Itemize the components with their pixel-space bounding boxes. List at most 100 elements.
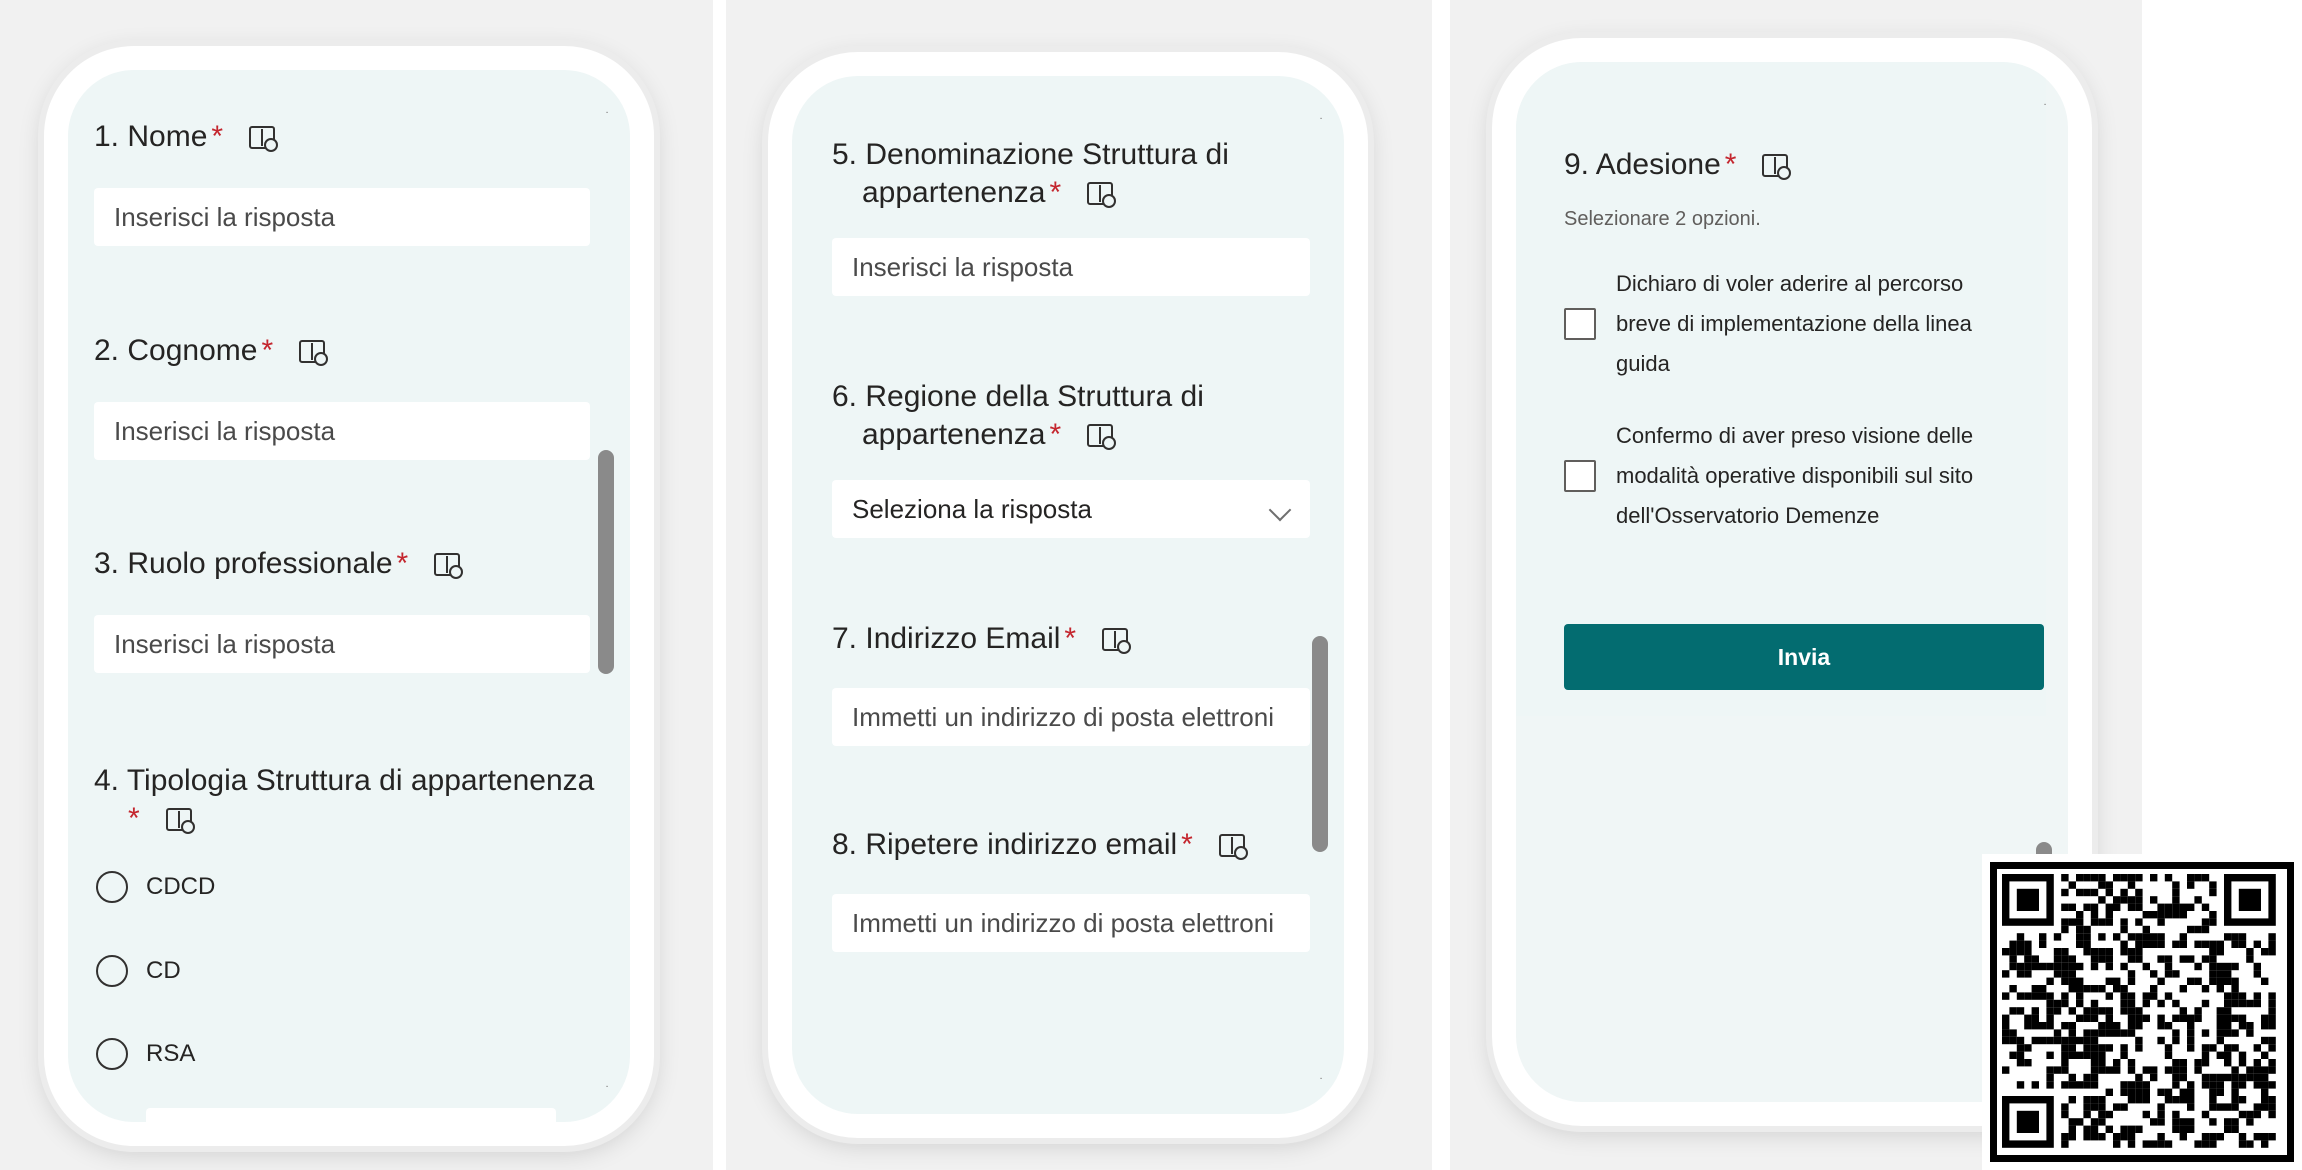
checkbox-label-line1: Dichiaro di voler aderire al percorso — [1616, 271, 1964, 296]
nome-input[interactable]: Inserisci la risposta — [94, 188, 590, 246]
qr-module — [2083, 1103, 2091, 1111]
qr-module — [2068, 1133, 2076, 1141]
submit-button[interactable]: Invia — [1564, 624, 2044, 690]
scrollbar[interactable] — [598, 150, 614, 1062]
scrollbar[interactable] — [1312, 156, 1328, 1054]
qr-module — [2068, 985, 2076, 993]
radio-button[interactable] — [96, 1038, 128, 1070]
option-altro[interactable]: Altro — [96, 1108, 556, 1122]
qr-module — [2201, 1073, 2210, 1082]
qr-module — [2157, 940, 2165, 948]
qr-module — [2157, 1014, 2165, 1022]
qr-module — [2209, 977, 2217, 985]
scroll-up-arrow[interactable]: ˙ — [2043, 102, 2048, 116]
qr-module — [2053, 933, 2062, 941]
scroll-down-arrow[interactable]: ˙ — [1319, 1076, 1324, 1090]
qr-module — [2076, 999, 2084, 1008]
qr-module — [2046, 977, 2054, 985]
qr-module — [2090, 1073, 2099, 1082]
scroll-up-arrow[interactable]: ˙ — [605, 110, 610, 124]
qr-module — [2061, 874, 2069, 882]
qr-module — [2246, 955, 2254, 963]
qr-module — [2187, 1081, 2195, 1089]
immersive-reader-icon[interactable] — [1762, 154, 1792, 180]
qr-module — [2231, 1096, 2239, 1104]
qr-module — [2127, 881, 2136, 889]
qr-module — [2231, 1081, 2239, 1089]
qr-module — [2061, 992, 2069, 1000]
qr-module — [2113, 985, 2121, 993]
qr-module — [2127, 903, 2136, 911]
qr-module — [2076, 940, 2084, 948]
qr-module — [2113, 1140, 2121, 1148]
qr-module — [2164, 992, 2173, 1000]
radio-button[interactable] — [96, 955, 128, 987]
radio-button[interactable] — [96, 1120, 128, 1122]
qr-module — [2253, 1103, 2261, 1111]
option-cdcd[interactable]: CDCD — [96, 871, 215, 903]
qr-module — [2090, 874, 2099, 882]
qr-module — [2061, 903, 2069, 911]
scrollbar-thumb[interactable] — [1312, 636, 1328, 852]
option-rsa[interactable]: RSA — [96, 1038, 195, 1070]
qr-module — [2238, 1140, 2247, 1148]
cognome-input[interactable]: Inserisci la risposta — [94, 402, 590, 460]
qr-module — [2120, 948, 2128, 956]
qr-module — [2261, 1051, 2269, 1059]
qr-module — [2016, 1007, 2025, 1015]
qr-module — [2068, 970, 2076, 978]
required-asterisk: * — [1049, 176, 1062, 209]
qr-module — [2090, 999, 2099, 1008]
qr-module — [2076, 1036, 2084, 1045]
qr-module — [2261, 948, 2269, 956]
immersive-reader-icon[interactable] — [299, 340, 329, 366]
qr-module — [2164, 874, 2173, 882]
email-input[interactable]: Immetti un indirizzo di posta elettroni — [832, 688, 1310, 746]
qr-module — [2105, 1110, 2113, 1119]
qr-module — [2142, 911, 2150, 919]
required-asterisk: * — [396, 547, 409, 580]
qr-module — [2201, 1081, 2210, 1089]
option-cd[interactable]: CD — [96, 955, 181, 987]
scroll-up-arrow[interactable]: ˙ — [1319, 116, 1324, 130]
qr-module — [2157, 1103, 2165, 1111]
qr-module — [2090, 1044, 2099, 1052]
qr-module — [2150, 933, 2158, 941]
qr-module — [2024, 955, 2032, 963]
qr-module — [2231, 1103, 2239, 1111]
qr-module — [2098, 985, 2106, 993]
altro-input[interactable]: Altro — [146, 1108, 556, 1122]
qr-module — [2098, 918, 2106, 926]
checkbox-label-line2: breve di implementazione della linea — [1616, 311, 1972, 336]
scrollbar-thumb[interactable] — [598, 450, 614, 674]
ruolo-input[interactable]: Inserisci la risposta — [94, 615, 590, 673]
qr-module — [2105, 1125, 2113, 1133]
scroll-down-arrow[interactable]: ˙ — [605, 1084, 610, 1098]
denominazione-input[interactable]: Inserisci la risposta — [832, 238, 1310, 296]
qr-module — [2046, 1022, 2054, 1030]
repeat-email-input[interactable]: Immetti un indirizzo di posta elettroni — [832, 894, 1310, 952]
checkbox[interactable] — [1564, 308, 1596, 340]
checkbox-option-1[interactable]: Dichiaro di voler aderire al percorso br… — [1564, 264, 2024, 384]
immersive-reader-icon[interactable] — [249, 126, 279, 152]
immersive-reader-icon[interactable] — [165, 808, 195, 834]
radio-button[interactable] — [96, 871, 128, 903]
immersive-reader-icon[interactable] — [1087, 182, 1117, 208]
immersive-reader-icon[interactable] — [434, 553, 464, 579]
qr-module — [2261, 977, 2269, 985]
qr-module — [2076, 1014, 2084, 1022]
qr-module — [2268, 1044, 2276, 1052]
qr-module — [2187, 925, 2195, 934]
qr-module — [2172, 1110, 2180, 1119]
immersive-reader-icon[interactable] — [1102, 628, 1132, 654]
qr-module — [2120, 888, 2128, 897]
immersive-reader-icon[interactable] — [1218, 834, 1248, 860]
checkbox-option-2[interactable]: Confermo di aver preso visione delle mod… — [1564, 416, 2024, 536]
immersive-reader-icon[interactable] — [1087, 424, 1117, 450]
qr-module — [2209, 948, 2217, 956]
qr-module — [2238, 1110, 2247, 1119]
checkbox[interactable] — [1564, 460, 1596, 492]
qr-module — [2261, 1022, 2269, 1030]
regione-dropdown[interactable]: Seleziona la risposta — [832, 480, 1310, 538]
qr-module — [2135, 1073, 2143, 1082]
